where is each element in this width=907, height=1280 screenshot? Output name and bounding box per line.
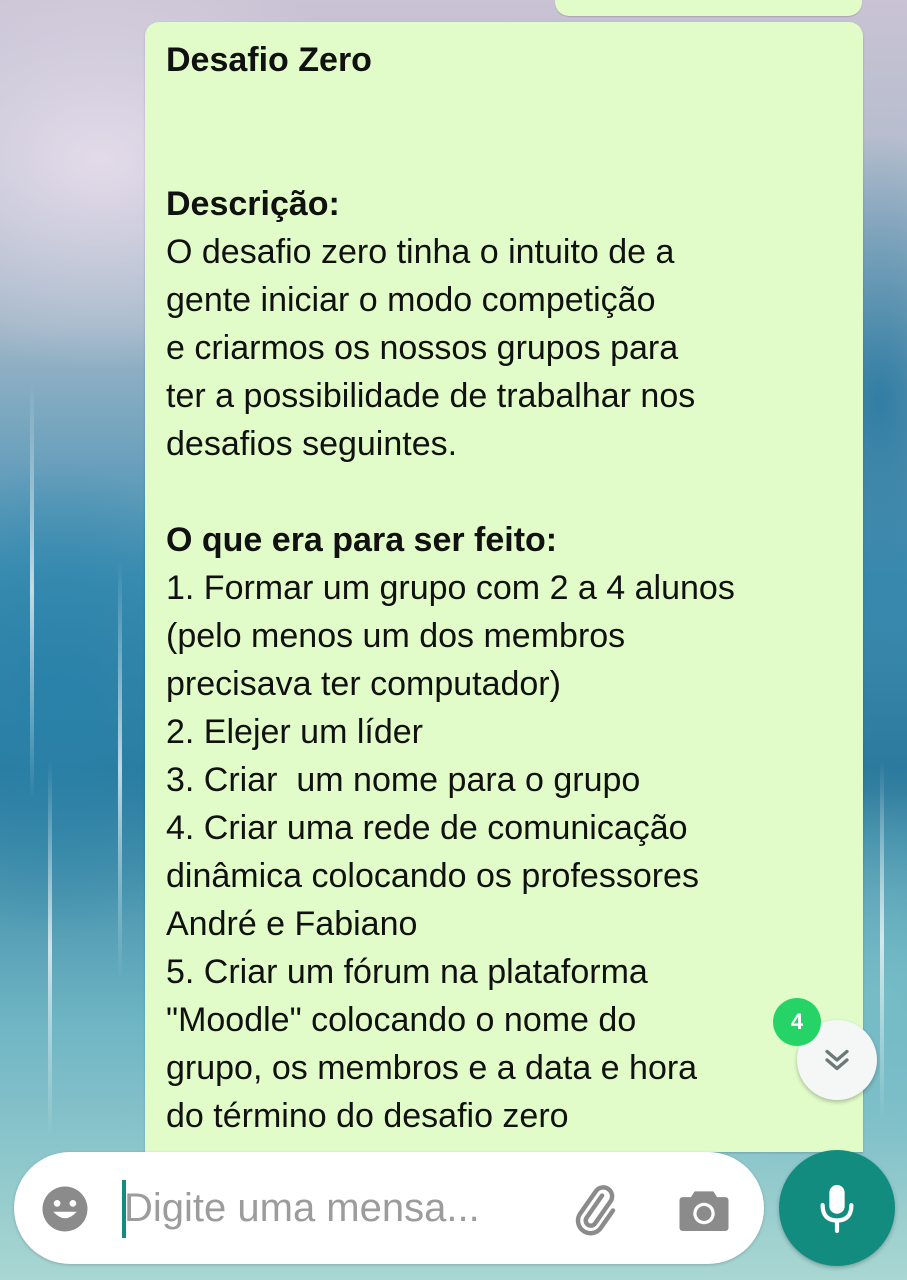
chat-screen: Desafio Zero Descrição: O desafio zero t… (0, 0, 907, 1280)
message-line: 5. Criar um fórum na plataforma (166, 953, 648, 991)
wallpaper-decoration (880, 760, 884, 1120)
message-line: "Moodle" colocando o nome do (166, 1001, 637, 1039)
message-line: André e Fabiano (166, 905, 418, 943)
message-line: O desafio zero tinha o intuito de a (166, 233, 675, 271)
todo-heading: O que era para ser feito: (166, 521, 558, 559)
emoji-button[interactable] (38, 1182, 92, 1236)
message-input[interactable] (124, 1176, 544, 1240)
message-line: 2. Elejer um líder (166, 713, 423, 751)
message-line: gente iniciar o modo competição (166, 281, 656, 319)
message-line: ter a possibilidade de trabalhar nos (166, 377, 696, 415)
emoji-icon (42, 1186, 88, 1232)
message-line: precisava ter computador) (166, 665, 561, 703)
voice-message-button[interactable] (779, 1150, 895, 1266)
message-line: 3. Criar um nome para o grupo (166, 761, 641, 799)
wallpaper-decoration (118, 560, 122, 980)
message-line: grupo, os membros e a data e hora (166, 1049, 698, 1087)
microphone-icon (820, 1185, 854, 1234)
message-line: e criarmos os nossos grupos para (166, 329, 679, 367)
message-title: Desafio Zero (166, 41, 372, 79)
message-line: dinâmica colocando os professores (166, 857, 699, 895)
description-heading: Descrição: (166, 185, 340, 223)
message-composer (14, 1152, 764, 1264)
message-line: do término do desafio zero (166, 1097, 569, 1135)
previous-message-bubble[interactable] (555, 0, 862, 16)
unread-count-badge[interactable]: 4 (773, 998, 821, 1046)
camera-icon (679, 1191, 729, 1231)
camera-button[interactable] (676, 1184, 732, 1236)
message-line: 4. Criar uma rede de comunicação (166, 809, 688, 847)
wallpaper-decoration (30, 380, 34, 800)
wallpaper-decoration (48, 760, 52, 1140)
attach-button[interactable] (566, 1182, 622, 1238)
message-line: 1. Formar um grupo com 2 a 4 alunos (166, 569, 735, 607)
message-line: desafios seguintes. (166, 425, 458, 463)
paperclip-icon (575, 1185, 616, 1236)
message-line: (pelo menos um dos membros (166, 617, 626, 655)
message-bubble[interactable]: Desafio Zero Descrição: O desafio zero t… (145, 22, 863, 1152)
double-chevron-down-icon (825, 1049, 849, 1071)
